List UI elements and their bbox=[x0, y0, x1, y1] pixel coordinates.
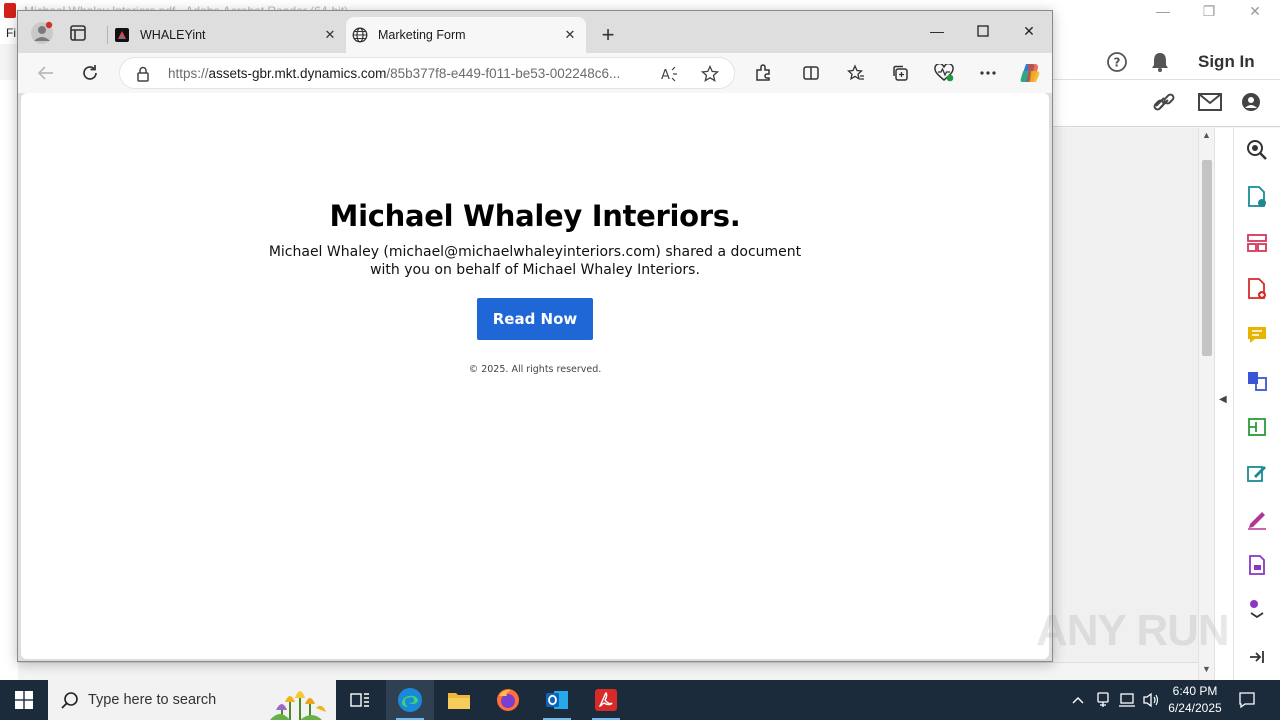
profile-avatar[interactable] bbox=[26, 17, 58, 49]
mail-icon[interactable] bbox=[1198, 93, 1222, 116]
fill-sign-icon[interactable] bbox=[1244, 506, 1270, 532]
lock-icon[interactable] bbox=[136, 66, 150, 87]
outlook-icon[interactable] bbox=[533, 680, 581, 720]
tab-marketing-form[interactable]: Marketing Form ✕ bbox=[346, 17, 586, 53]
close-tab-icon[interactable]: ✕ bbox=[318, 23, 342, 47]
split-screen-icon[interactable] bbox=[795, 57, 827, 89]
svg-text:?: ? bbox=[1114, 56, 1121, 70]
usb-device-icon[interactable] bbox=[1092, 680, 1114, 720]
sign-in-button[interactable]: Sign In bbox=[1198, 52, 1255, 72]
combine-files-icon[interactable] bbox=[1244, 368, 1270, 394]
browser-essentials-icon[interactable] bbox=[928, 57, 960, 89]
tab-actions-icon[interactable] bbox=[62, 17, 94, 49]
search-icon bbox=[60, 691, 80, 709]
read-aloud-icon[interactable]: A bbox=[660, 64, 680, 84]
edge-window: WHALEYint ✕ Marketing Form ✕ + — ✕ https bbox=[17, 10, 1053, 662]
svg-text:A: A bbox=[661, 68, 670, 82]
extensions-icon[interactable] bbox=[747, 57, 779, 89]
acrobat-taskbar-icon[interactable] bbox=[582, 680, 630, 720]
watermark: ANY RUN bbox=[1036, 606, 1230, 655]
edit-pdf-icon[interactable] bbox=[1244, 460, 1270, 486]
network-icon[interactable] bbox=[1116, 680, 1138, 720]
file-explorer-icon[interactable] bbox=[435, 680, 483, 720]
start-button[interactable] bbox=[0, 680, 48, 720]
acrobat-bottom-strip bbox=[18, 662, 1198, 680]
close-window-button[interactable]: ✕ bbox=[1006, 11, 1052, 51]
acrobat-minimize-button[interactable]: — bbox=[1140, 0, 1186, 22]
collapse-panel-icon[interactable]: ◀ bbox=[1219, 394, 1227, 405]
task-view-icon[interactable] bbox=[336, 680, 384, 720]
firefox-icon[interactable] bbox=[484, 680, 532, 720]
tray-chevron-icon[interactable] bbox=[1068, 680, 1088, 720]
acrobat-document-area bbox=[1052, 128, 1198, 680]
notification-center-icon[interactable] bbox=[1234, 680, 1260, 720]
scroll-up-icon[interactable]: ▲ bbox=[1202, 130, 1211, 140]
close-tab-icon[interactable]: ✕ bbox=[558, 23, 582, 47]
more-tools-icon[interactable] bbox=[1244, 594, 1270, 620]
tab-label: Marketing Form bbox=[378, 28, 466, 42]
menu-file[interactable]: Fi bbox=[6, 26, 16, 40]
windows-logo-icon bbox=[15, 691, 33, 709]
panel-divider bbox=[1233, 128, 1234, 680]
new-tab-button[interactable]: + bbox=[594, 21, 622, 49]
account-search-icon[interactable] bbox=[1240, 91, 1264, 120]
address-bar[interactable]: https://assets-gbr.mkt.dynamics.com/85b3… bbox=[119, 57, 735, 89]
acrobat-logo-icon bbox=[4, 3, 16, 18]
globe-icon bbox=[352, 27, 368, 43]
create-pdf-icon[interactable] bbox=[1244, 276, 1270, 302]
export-pdf-icon[interactable] bbox=[1244, 184, 1270, 210]
back-arrow-icon[interactable] bbox=[30, 57, 62, 89]
collapse-right-icon[interactable] bbox=[1244, 644, 1270, 670]
organize-pages-icon[interactable] bbox=[1244, 230, 1270, 256]
minimize-button[interactable]: — bbox=[914, 11, 960, 51]
clock-date: 6/24/2025 bbox=[1168, 701, 1222, 715]
comment-icon[interactable] bbox=[1244, 322, 1270, 348]
tab-label: WHALEYint bbox=[140, 28, 206, 42]
taskbar: Type here to search 6:40 PM 6/24/2025 bbox=[0, 680, 1280, 720]
link-icon[interactable] bbox=[1152, 92, 1178, 119]
url-text[interactable]: https://assets-gbr.mkt.dynamics.com/85b3… bbox=[168, 66, 642, 81]
clock-time: 6:40 PM bbox=[1172, 684, 1218, 698]
search-placeholder: Type here to search bbox=[88, 692, 217, 708]
collections-icon[interactable] bbox=[884, 57, 916, 89]
refresh-icon[interactable] bbox=[74, 57, 106, 89]
navigation-bar: https://assets-gbr.mkt.dynamics.com/85b3… bbox=[18, 53, 1052, 93]
edge-taskbar-icon[interactable] bbox=[386, 680, 434, 720]
clock[interactable]: 6:40 PM 6/24/2025 bbox=[1164, 683, 1226, 717]
tab-whaleyint[interactable]: WHALEYint ✕ bbox=[108, 17, 346, 53]
protect-icon[interactable] bbox=[1244, 552, 1270, 578]
acrobat-restore-button[interactable]: ❐ bbox=[1186, 0, 1232, 22]
more-options-icon[interactable] bbox=[972, 57, 1004, 89]
web-page-viewport: Michael Whaley Interiors. Michael Whaley… bbox=[21, 93, 1049, 659]
scroll-down-icon[interactable]: ▼ bbox=[1202, 664, 1211, 674]
acrobat-top-toolbar: ? Sign In bbox=[1052, 44, 1280, 80]
acrobat-second-toolbar bbox=[1052, 80, 1280, 127]
copyright-text: © 2025. All rights reserved. bbox=[468, 364, 602, 375]
acrobat-scrollbar[interactable]: ▲ ▼ bbox=[1198, 128, 1214, 680]
acrobat-close-button[interactable]: ✕ bbox=[1232, 0, 1278, 22]
favorite-star-icon[interactable] bbox=[700, 64, 720, 84]
volume-icon[interactable] bbox=[1140, 680, 1162, 720]
share-message: Michael Whaley (michael@michaelwhaleyint… bbox=[268, 244, 802, 278]
zoom-search-icon[interactable] bbox=[1244, 137, 1270, 163]
tab-strip: WHALEYint ✕ Marketing Form ✕ + — ✕ bbox=[18, 11, 1052, 53]
compress-icon[interactable] bbox=[1244, 414, 1270, 440]
scrollbar-thumb[interactable] bbox=[1202, 160, 1212, 356]
copilot-icon[interactable] bbox=[1014, 57, 1046, 89]
bell-icon[interactable] bbox=[1150, 51, 1170, 78]
acrobat-left-strip bbox=[0, 80, 18, 680]
maximize-button[interactable] bbox=[960, 11, 1006, 51]
help-icon[interactable]: ? bbox=[1106, 51, 1128, 78]
read-now-button[interactable]: Read Now bbox=[477, 298, 593, 340]
whaleyint-logo-icon bbox=[114, 27, 130, 43]
favorites-icon[interactable] bbox=[840, 57, 872, 89]
tulips-decoration-icon bbox=[260, 682, 330, 720]
page-heading: Michael Whaley Interiors. bbox=[329, 199, 741, 233]
taskbar-search-box[interactable]: Type here to search bbox=[48, 680, 336, 720]
